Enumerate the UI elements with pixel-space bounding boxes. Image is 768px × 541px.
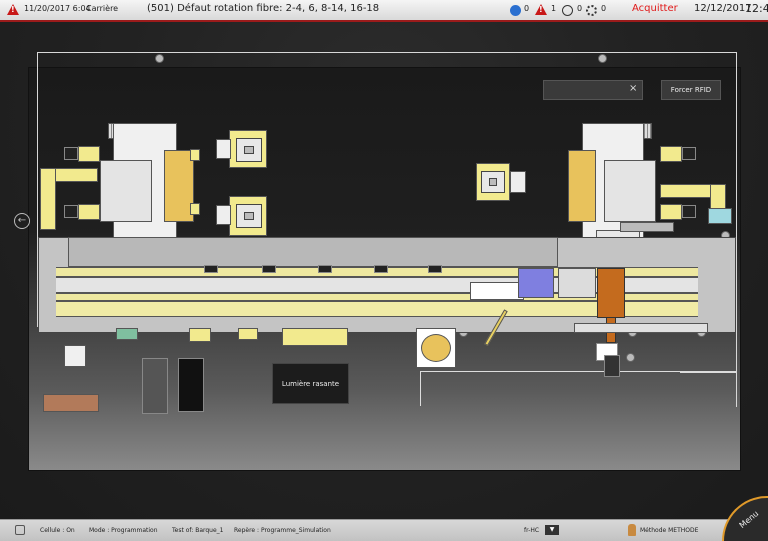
- right-machine-core: [604, 160, 656, 222]
- pallet-side: [510, 171, 526, 193]
- left-machine-core: [100, 160, 152, 222]
- cell-status: Cellule : On: [40, 527, 75, 534]
- left-conveyor: [40, 168, 56, 230]
- force-rfid-button[interactable]: Forcer RFID: [661, 80, 721, 100]
- current-date: 12/12/2017: [694, 3, 752, 14]
- track-carriage: [428, 265, 442, 273]
- left-station-clamp: [64, 147, 78, 160]
- user-icon: [628, 524, 636, 536]
- pallet: [236, 204, 262, 228]
- language-dropdown[interactable]: ▼: [545, 525, 559, 535]
- right-box: [604, 355, 620, 377]
- floor-line: [420, 371, 421, 406]
- rfid-input[interactable]: [543, 80, 643, 100]
- right-station-clamp: [682, 205, 696, 218]
- date-time: 11/20/2017 6:04: [24, 4, 91, 13]
- operator-name: Carrière: [86, 4, 119, 13]
- grazing-light-button[interactable]: Lumière rasante: [272, 363, 349, 404]
- current-time: 12:43: [745, 2, 768, 15]
- left-station: [190, 149, 200, 161]
- info-count: 0: [524, 4, 530, 13]
- right-machine-base: [620, 222, 674, 232]
- cell-view: ← × Forcer RFID Lumière rasante: [0, 22, 768, 519]
- parts-rack: [142, 358, 168, 414]
- left-station: [190, 203, 200, 215]
- pallet: [236, 138, 262, 162]
- gantry-carriage[interactable]: [470, 282, 524, 300]
- warning-icon: [7, 4, 19, 15]
- test-status: Test of: Barque_1: [172, 527, 224, 534]
- track-carriage: [262, 265, 276, 273]
- right-conveyor-end: [708, 208, 732, 224]
- tool-station: [282, 328, 348, 346]
- tool-station: [238, 328, 258, 340]
- pallet-side: [216, 205, 231, 225]
- right-station-clamp: [682, 147, 696, 160]
- left-station: [78, 204, 100, 220]
- bottom-status-bar: Cellule : On Mode : Programmation Test o…: [0, 519, 768, 541]
- left-station: [78, 146, 100, 162]
- warning-count-icon[interactable]: [535, 4, 547, 15]
- pallet-side: [216, 139, 231, 159]
- info-icon[interactable]: [510, 5, 521, 16]
- timer-count: 0: [577, 4, 583, 13]
- left-station-clamp: [64, 205, 78, 218]
- right-station: [660, 146, 682, 162]
- track-carriage: [374, 265, 388, 273]
- tool-rack: [116, 328, 138, 340]
- acknowledge-button[interactable]: Acquitter: [632, 3, 678, 14]
- method-label: Méthode METHODE: [640, 527, 699, 534]
- timer-icon[interactable]: [562, 5, 573, 16]
- parts-tray: [43, 394, 99, 412]
- right-station: [660, 204, 682, 220]
- mode-status: Mode : Programmation: [89, 527, 158, 534]
- track-carriage: [318, 265, 332, 273]
- settings-count: 0: [601, 4, 607, 13]
- turntable-plate: [421, 334, 451, 362]
- gantry-motor: [558, 268, 596, 298]
- arrow-left-icon[interactable]: ←: [14, 213, 30, 229]
- alarm-message[interactable]: (501) Défaut rotation fibre: 2-4, 6, 8-1…: [147, 3, 379, 14]
- tool-station: [189, 328, 211, 342]
- right-shelf: [574, 323, 708, 333]
- frame-line: [37, 52, 737, 53]
- parts-rack: [178, 358, 204, 412]
- track-carriage: [204, 265, 218, 273]
- robot-base: [64, 345, 86, 367]
- gear-icon[interactable]: [586, 5, 597, 16]
- top-status-bar: 11/20/2017 6:04 Carrière (501) Défaut ro…: [0, 0, 768, 22]
- rfid-clear-button[interactable]: ×: [629, 83, 637, 94]
- pallet: [481, 171, 505, 193]
- gantry-carriage-head: [518, 268, 554, 298]
- robot-arm[interactable]: [597, 268, 625, 318]
- floor-line: [680, 372, 736, 373]
- right-machine-door: [568, 150, 596, 222]
- settings-icon[interactable]: [15, 525, 25, 535]
- language-label: fr-HC: [524, 527, 540, 534]
- repere-status: Repère : Programme_Simulation: [234, 527, 331, 534]
- right-conveyor: [710, 184, 726, 210]
- frame-line: [736, 52, 737, 407]
- warning-count: 1: [551, 4, 557, 13]
- anchor-bolt: [155, 54, 164, 63]
- track-upper: [68, 237, 558, 267]
- anchor-bolt: [626, 353, 635, 362]
- menu-label: Menu: [737, 508, 761, 531]
- anchor-bolt: [598, 54, 607, 63]
